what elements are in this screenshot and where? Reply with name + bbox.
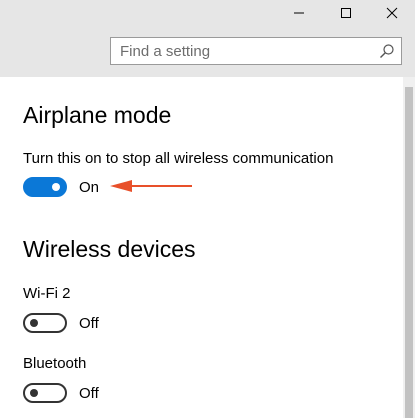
bluetooth-label: Bluetooth — [23, 355, 87, 372]
airplane-mode-state: On — [79, 179, 100, 196]
airplane-mode-description: Turn this on to stop all wireless commun… — [23, 150, 334, 167]
airplane-mode-toggle[interactable] — [23, 177, 67, 197]
maximize-button[interactable] — [323, 0, 369, 26]
airplane-mode-heading: Airplane mode — [23, 102, 172, 128]
wifi-label: Wi-Fi 2 — [23, 285, 71, 302]
search-input[interactable] — [111, 38, 369, 64]
bluetooth-toggle[interactable] — [23, 383, 67, 403]
wifi-toggle[interactable] — [23, 313, 67, 333]
title-bar — [0, 0, 415, 77]
minimize-button[interactable] — [276, 0, 322, 26]
toggle-knob — [30, 389, 38, 397]
search-icon[interactable] — [379, 43, 395, 59]
minimize-icon — [294, 12, 304, 14]
wireless-devices-heading: Wireless devices — [23, 236, 196, 262]
scrollbar-thumb[interactable] — [405, 87, 413, 418]
wifi-state: Off — [79, 315, 99, 332]
maximize-icon — [341, 8, 351, 18]
close-icon — [386, 7, 398, 19]
toggle-knob — [52, 183, 60, 191]
search-box — [110, 37, 402, 65]
bluetooth-state: Off — [79, 385, 99, 402]
close-button[interactable] — [369, 0, 415, 26]
toggle-knob — [30, 319, 38, 327]
scrollbar[interactable] — [403, 77, 415, 418]
annotation-arrow-icon — [110, 180, 192, 192]
